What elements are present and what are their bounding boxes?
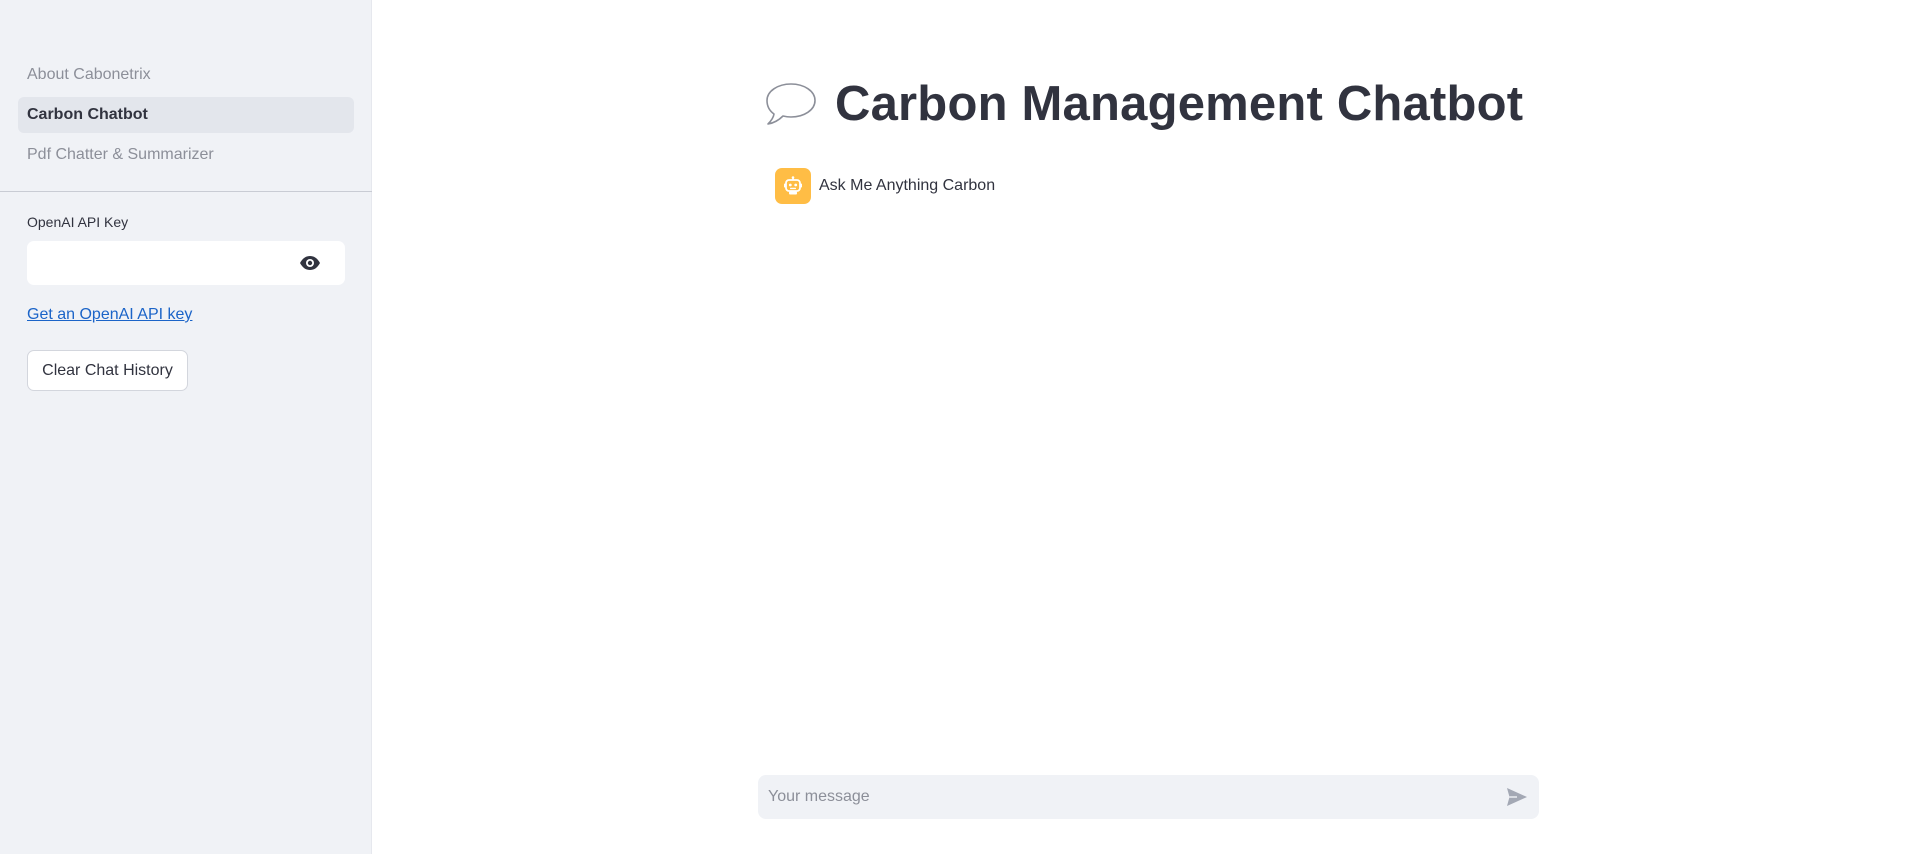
chat-message: Ask Me Anything Carbon <box>775 168 995 204</box>
page-title: Carbon Management Chatbot <box>835 77 1524 131</box>
robot-icon <box>775 168 811 204</box>
sidebar-nav: About Cabonetrix Carbon Chatbot Pdf Chat… <box>18 57 354 177</box>
api-key-input[interactable] <box>27 241 287 285</box>
sidebar-divider <box>0 191 372 192</box>
app: About Cabonetrix Carbon Chatbot Pdf Chat… <box>0 0 1919 854</box>
nav-item-carbon-chatbot[interactable]: Carbon Chatbot <box>18 97 354 133</box>
nav-item-pdf-chatter-summarizer[interactable]: Pdf Chatter & Summarizer <box>18 137 354 173</box>
clear-chat-history-button[interactable]: Clear Chat History <box>27 350 188 391</box>
send-icon[interactable] <box>1505 785 1529 809</box>
chat-input[interactable] <box>758 775 1478 819</box>
main-content: Carbon Management Chatbot Ask Me Anythin… <box>372 0 1919 854</box>
nav-item-about-cabonetrix[interactable]: About Cabonetrix <box>18 57 354 93</box>
eye-icon[interactable] <box>299 255 321 271</box>
title-row: Carbon Management Chatbot <box>764 72 1523 136</box>
sidebar: About Cabonetrix Carbon Chatbot Pdf Chat… <box>0 0 372 854</box>
message-text: Ask Me Anything Carbon <box>819 177 996 194</box>
api-key-field <box>27 241 345 285</box>
get-api-key-link[interactable]: Get an OpenAI API key <box>27 306 192 324</box>
chat-input-container <box>758 775 1539 819</box>
api-key-label: OpenAI API Key <box>27 214 129 230</box>
speech-balloon-icon <box>764 81 818 127</box>
